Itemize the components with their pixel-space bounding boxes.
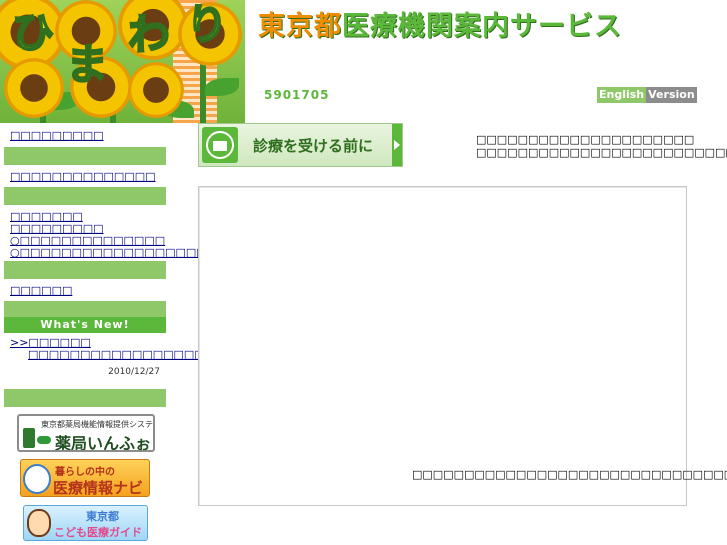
banner-title: こども医療ガイド [54, 526, 142, 539]
nav-separator [4, 389, 166, 407]
sidebar: □□□□□□□□□ □□□□□□□□□□□□□□ □□□□□□□ □□□□□□□… [4, 124, 288, 407]
banner-caption: 暮らしの中の [55, 467, 115, 478]
arrow-right-icon [392, 124, 402, 166]
sidebar-link-2[interactable]: □□□□□□□□□□□□□□ [10, 171, 160, 183]
site-title-main: 医療機関案内サービス [342, 11, 622, 42]
logo-char-4: り [185, 0, 229, 49]
news-date: 2010/12/27 [108, 367, 160, 377]
banner-caption: 東京都 [86, 510, 119, 523]
news-item-link[interactable]: □□□□□□□□□□□□□□□□□□□□□□□□□ [28, 349, 288, 361]
news-section: >>□□□□□□ □□□□□□□□□□□□□□□□□□□□□□□□□ 2010/… [4, 333, 288, 389]
child-icon [27, 509, 51, 537]
sidebar-link-6[interactable]: ○□□□□□□□□□□□□□□□□□□□□□□ [10, 247, 248, 259]
sunflower-icon [128, 62, 184, 118]
intro-line-1: □□□□□□□□□□□□□□□□□□□□□ [476, 133, 695, 146]
site-title-prefix: 東京都 [258, 11, 342, 42]
nav-separator [4, 301, 166, 317]
nav-section-3: □□□□□□□ □□□□□□□□□ ○□□□□□□□□□□□□□□ ○□□□□□… [4, 205, 248, 261]
main-content-panel [198, 186, 687, 506]
sunflower-icon [4, 58, 64, 118]
english-label: English [597, 87, 647, 103]
intro-line-2: □□□□□□□□□□□□□□□□□□□□□□□□□□ [476, 146, 727, 159]
panel-note: □□□□□□□□□□□□□□□□□□□□□□□□□□□□□□□ [412, 468, 727, 481]
pharmacy-logo-icon [23, 428, 35, 448]
hospital-icon [202, 127, 238, 163]
himawari-logo[interactable]: ひ ま わ り [0, 0, 245, 123]
logo-char-2: ま [65, 40, 109, 89]
before-consultation-button[interactable]: 診療を受ける前に [198, 123, 403, 167]
nav-section-4: □□□□□□ [4, 279, 166, 301]
pill-icon [37, 436, 51, 444]
logo-char-3: わ [127, 10, 171, 59]
banner-title: 医療情報ナビ [53, 479, 144, 497]
nav-separator [4, 261, 166, 279]
access-counter: 5901705 [264, 88, 330, 102]
version-label: Version [646, 87, 697, 103]
english-version-button[interactable]: English Version [597, 87, 697, 103]
sidebar-link-1[interactable]: □□□□□□□□□ [10, 130, 160, 142]
yakkyoku-info-banner[interactable]: 東京都薬局機能情報提供システム 薬局いんふぉ [17, 414, 155, 452]
banner-caption: 東京都薬局機能情報提供システム [41, 420, 155, 429]
nav-separator [4, 187, 166, 205]
whats-new-heading: What's New! [4, 317, 166, 333]
kodomo-guide-banner[interactable]: 東京都 こども医療ガイド [23, 505, 148, 541]
sidebar-link-7[interactable]: □□□□□□ [10, 285, 160, 297]
logo-char-1: ひ [11, 8, 55, 57]
intro-text: □□□□□□□□□□□□□□□□□□□□□ □□□□□□□□□□□□□□□□□□… [476, 133, 727, 159]
nav-section-2: □□□□□□□□□□□□□□ [4, 165, 166, 187]
banner-title: 薬局いんふぉ [55, 434, 152, 452]
site-title: 東京都医療機関案内サービス [258, 12, 622, 42]
nav-separator [4, 147, 166, 165]
medical-navi-banner[interactable]: 暮らしの中の 医療情報ナビ [20, 459, 150, 497]
character-icon [23, 464, 51, 494]
nav-section-1: □□□□□□□□□ [4, 124, 166, 147]
before-consultation-label: 診療を受ける前に [253, 137, 374, 155]
